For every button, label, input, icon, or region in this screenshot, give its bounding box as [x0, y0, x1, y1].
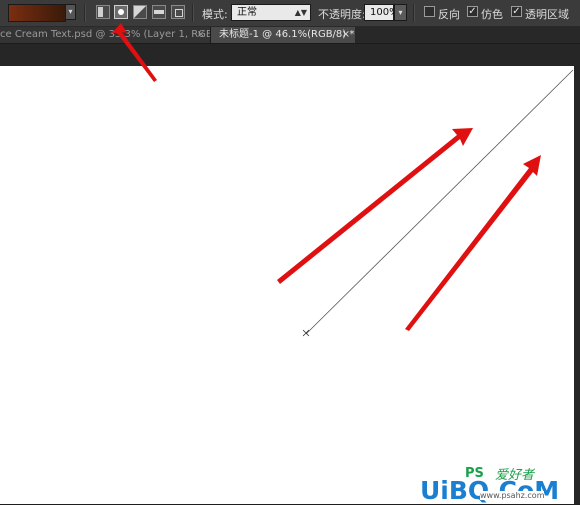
annotation-overlay	[112, 23, 574, 337]
watermark-url: www.psahz.com	[480, 491, 545, 500]
red-arrow-icon	[277, 128, 473, 284]
red-arrow-icon	[112, 23, 157, 82]
gradient-start-crosshair	[302, 329, 310, 337]
gradient-drag-line	[305, 69, 574, 335]
red-arrow-icon	[405, 155, 541, 331]
